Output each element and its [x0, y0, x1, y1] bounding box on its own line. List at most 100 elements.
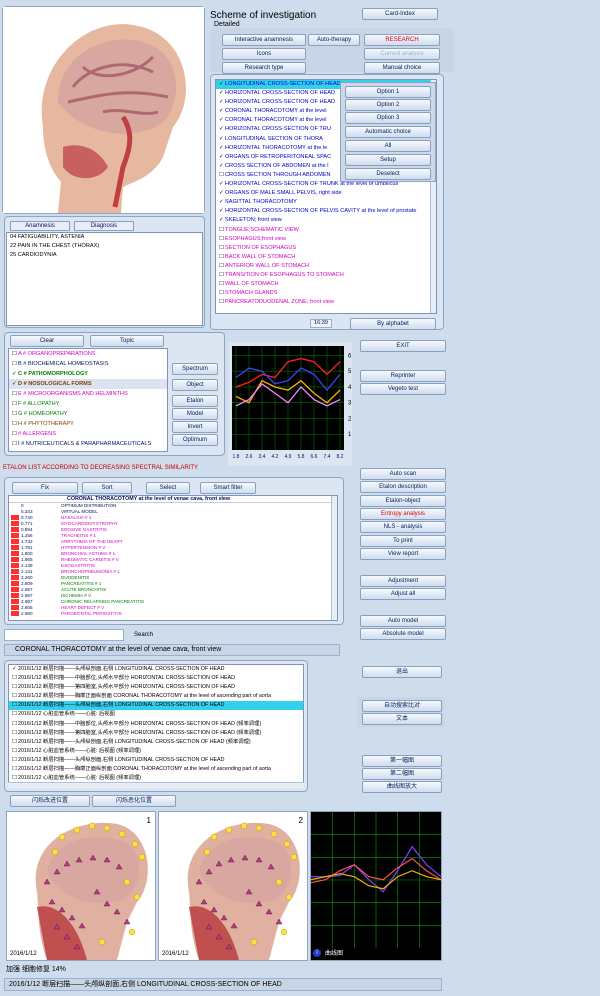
deselect-button[interactable]: Deselect [345, 168, 431, 180]
exit-button[interactable]: EXIT [360, 340, 446, 352]
etalon-scrollbar[interactable] [331, 496, 337, 620]
current-analysis-button[interactable]: Current analysis [364, 48, 440, 60]
to-print-button[interactable]: To print [360, 535, 446, 547]
diagnosis-item[interactable]: 25 CARDIODYNIA [7, 251, 202, 260]
history-row[interactable]: ✓2016/1/12 断层扫描——头颅纵剖面,右侧 LONGITUDINAL C… [9, 665, 303, 674]
sort-button[interactable]: Sort [82, 482, 132, 494]
category-item[interactable]: ✓D # NOSOLOGICAL FORMS [9, 379, 167, 389]
auto-compare-button[interactable]: 自动搜索比对 [362, 700, 442, 712]
category-item[interactable]: ☐E # MICROORGANISMS AND HELMINTHS [9, 389, 167, 399]
spectrum-button[interactable]: Spectrum [172, 363, 218, 375]
auto-therapy-button[interactable]: Auto-therapy [308, 34, 360, 46]
research-type-button[interactable]: Research type [222, 62, 306, 74]
history-row[interactable]: ☐2016/1/12 断层扫描——头颅纵剖面,右侧 LONGITUDINAL C… [9, 738, 303, 747]
exam-row[interactable]: ☐ESOPHAGUS;front view [216, 235, 436, 244]
select-all-button[interactable]: All [345, 140, 431, 152]
history-row[interactable]: ☐2016/1/12 断层扫描——胸廓正面纵剖面 CORONAL THORACO… [9, 765, 303, 774]
exam-row[interactable]: ☐BACK WALL OF STOMACH [216, 253, 436, 262]
info-icon[interactable]: i [313, 949, 321, 957]
diagnosis-item[interactable]: 04 FATIGUABILITY, ASTENIA [7, 233, 202, 242]
flash-worsen-button[interactable]: 闪烁恶化位置 [92, 795, 176, 807]
absolute-model-button[interactable]: Absolute model [360, 628, 446, 640]
tab-anamnesis[interactable]: Anamnesis [10, 221, 70, 231]
automatic-choice-button[interactable]: Automatic choice [345, 126, 431, 138]
reprinter-button[interactable]: Reprinter [360, 370, 446, 382]
etalon-description-button[interactable]: Etalon description [360, 481, 446, 493]
second-image-button[interactable]: 第二幅图 [362, 768, 442, 780]
first-image-button[interactable]: 第一幅图 [362, 755, 442, 767]
smart-filter-button[interactable]: Smart filter [200, 482, 256, 494]
research-button[interactable]: RESEARCH [364, 34, 440, 46]
exam-row[interactable]: ☐PANCREATODUODENAL ZONE; front view [216, 298, 436, 307]
category-item[interactable]: ☐A # ORGANOPREPARATIONS [9, 349, 167, 359]
card-index-button[interactable]: Card-Index [362, 8, 438, 20]
history-row[interactable]: ☐2016/1/12 断层扫描——第四脑室,头颅水平部分 HORIZONTAL … [9, 683, 303, 692]
exam-row[interactable]: ✓HORIZONTAL CROSS-SECTION OF PELVIS CAVI… [216, 207, 436, 216]
curve-zoom-button[interactable]: 曲线图放大 [362, 781, 442, 793]
text-button[interactable]: 文本 [362, 713, 442, 725]
icons-button[interactable]: Icons [222, 48, 306, 60]
history-row[interactable]: ☐2016/1/12 心脏血管系统——心脏: 后视图 (频率调理) [9, 747, 303, 756]
category-item[interactable]: ✓C # PATHOMORPHOLOGY [9, 369, 167, 379]
topic-button[interactable]: Topic [90, 335, 164, 347]
exit-cn-button[interactable]: 退出 [362, 666, 442, 678]
etalon-list[interactable]: CORONAL THORACOTOMY at the level of vena… [8, 495, 338, 621]
diagnosis-list[interactable]: 04 FATIGUABILITY, ASTENIA 22 PAIN IN THE … [6, 232, 203, 326]
invert-button[interactable]: Invert [172, 421, 218, 433]
category-item[interactable]: ☐F # ALLOPATHY [9, 399, 167, 409]
tab-diagnosis[interactable]: Diagnosis [74, 221, 134, 231]
option-1-button[interactable]: Option 1 [345, 86, 431, 98]
exam-row[interactable]: ☐SECTION OF ESOPHAGUS [216, 244, 436, 253]
category-item[interactable]: ☐G # HOMEOPATHY [9, 409, 167, 419]
exam-row[interactable]: ☐TONGUE;SCHEMATIC VIEW [216, 226, 436, 235]
exam-row[interactable]: ✓SKELETON; front view [216, 216, 436, 225]
exam-row[interactable]: ✓SAGITTAL THORACOTOMY [216, 198, 436, 207]
auto-scan-button[interactable]: Auto scan [360, 468, 446, 480]
history-row[interactable]: ☐2016/1/12 断层扫描——头颅纵剖面,右侧 LONGITUDINAL C… [9, 756, 303, 765]
by-alphabet-button[interactable]: By alphabet [350, 318, 436, 330]
category-item[interactable]: ☐B # BIOCHEMICAL HOMEOSTASIS [9, 359, 167, 369]
history-scrollbar[interactable] [8, 782, 304, 788]
interactive-anamnesis-button[interactable]: Interactive anamnesis [222, 34, 306, 46]
category-item[interactable]: ☐# ALLERGENS [9, 429, 167, 439]
adjustment-button[interactable]: Adjustment [360, 575, 446, 587]
vegeto-test-button[interactable]: Vegeto test [360, 383, 446, 395]
entropy-analysis-button[interactable]: Entropy analysis [360, 508, 446, 520]
category-list[interactable]: ☐A # ORGANOPREPARATIONS ☐B # BIOCHEMICAL … [8, 348, 168, 452]
fix-button[interactable]: Fix [12, 482, 78, 494]
category-item[interactable]: ☐I # NUTRICEUTICALS & PARAPHARMACEUTICAL… [9, 439, 167, 449]
optimum-button[interactable]: Optimum [172, 434, 218, 446]
object-button[interactable]: Object [172, 379, 218, 391]
setup-button[interactable]: Setup [345, 154, 431, 166]
model-button[interactable]: Model [172, 408, 218, 420]
history-row[interactable]: ☐2016/1/12 心脏血管系统——心脏: 后视图 [9, 710, 303, 719]
history-row[interactable]: ☐2016/1/12 断层扫描——胸廓正面纵剖面 CORONAL THORACO… [9, 692, 303, 701]
nls-analysis-button[interactable]: NLS - analysis [360, 521, 446, 533]
diagnosis-item[interactable]: 22 PAIN IN THE CHEST (THORAX) [7, 242, 202, 251]
exam-row[interactable]: ☐TRANSITION OF ESOPHAGUS TO STOMACH [216, 271, 436, 280]
category-item[interactable]: ☐H # PHYTOTHERAPY [9, 419, 167, 429]
view-report-button[interactable]: View report [360, 548, 446, 560]
etalon-object-button[interactable]: Etalon-object [360, 495, 446, 507]
clear-button[interactable]: Clear [10, 335, 84, 347]
option-2-button[interactable]: Option 2 [345, 99, 431, 111]
thumbnail-2[interactable]: 2 2016/1/12 [158, 811, 308, 961]
exam-row[interactable]: ☐STOMACH GLANDS [216, 289, 436, 298]
history-row[interactable]: ☐2016/1/12 断层扫描——第四脑室,头颅水平部分 HORIZONTAL … [9, 729, 303, 738]
exam-row[interactable]: ☐WALL OF STOMACH [216, 280, 436, 289]
etalon-row[interactable]: 2.990 PARODONTAL PERIOSTITIS [9, 611, 337, 617]
search-label[interactable]: Search [134, 632, 153, 638]
history-row[interactable]: ☐2016/1/12 断层扫描——中脑部位,头颅水平部分 HORIZONTAL … [9, 720, 303, 729]
flash-improve-button[interactable]: 闪烁改进位置 [10, 795, 90, 807]
search-input[interactable] [4, 629, 124, 641]
select-button[interactable]: Select [146, 482, 190, 494]
history-row[interactable]: ☐2016/1/12 断层扫描——头颅纵剖面,右侧 LONGITUDINAL C… [9, 701, 303, 711]
thumbnail-1[interactable]: 1 2016/1/12 [6, 811, 156, 961]
auto-model-button[interactable]: Auto model [360, 615, 446, 627]
exam-row[interactable]: ✓ORGANS OF MALE SMALL PELVIS, right side [216, 189, 436, 198]
etalon-button[interactable]: Etalon [172, 395, 218, 407]
history-row[interactable]: ☐2016/1/12 断层扫描——中脑部位,头颅水平部分 HORIZONTAL … [9, 674, 303, 683]
adjust-all-button[interactable]: Adjust all [360, 588, 446, 600]
manual-choice-button[interactable]: Manual choice [364, 62, 440, 74]
exam-row[interactable]: ☐ANTERIOR WALL OF STOMACH [216, 262, 436, 271]
